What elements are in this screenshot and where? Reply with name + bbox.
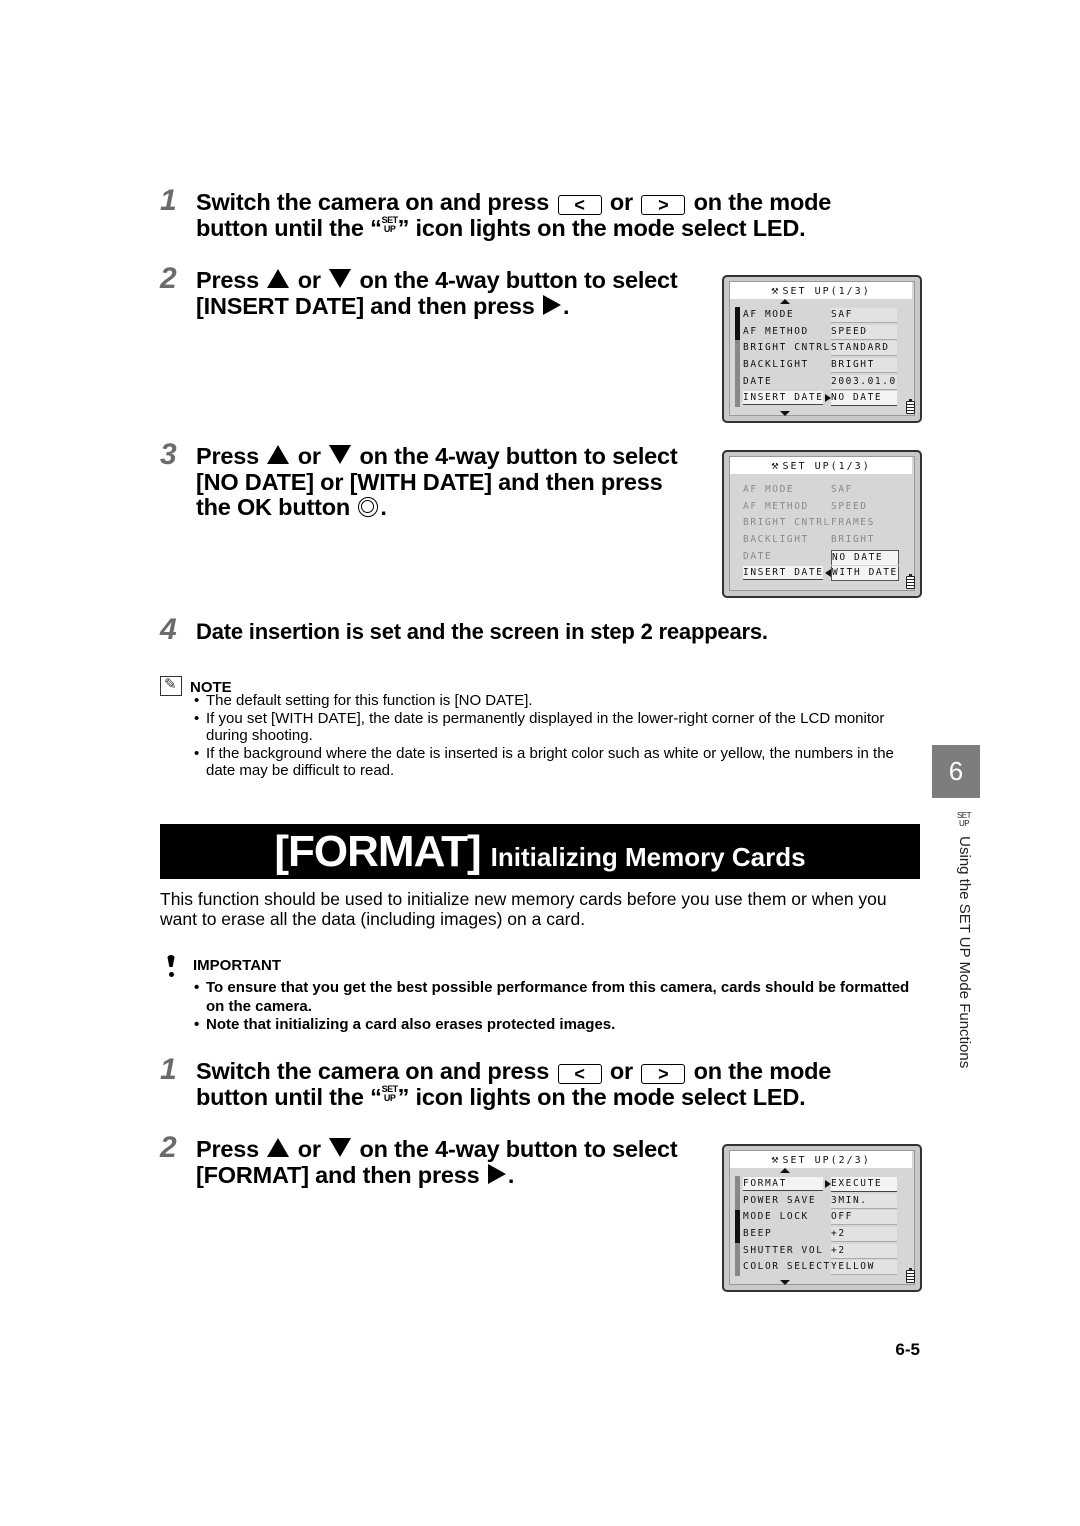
exclamation-icon xyxy=(167,955,175,967)
lcd-screen-setup-insert-date: ⚒ SET UP(1/3) AF MODE SAF AF METHOD SPEED B… xyxy=(722,275,922,423)
lcd-menu-row: MODE LOCK OFF xyxy=(743,1209,903,1226)
setup-mode-icon: SET UP xyxy=(381,1083,399,1103)
step-number: 1 xyxy=(160,1053,177,1086)
lcd-menu: AF MODE SAF AF METHOD SPEED BRIGHT CNTRL FR… xyxy=(743,482,903,582)
lcd-menu-row: AF METHOD SPEED xyxy=(743,324,903,341)
lcd-option-no-date: DATE NO DATE xyxy=(743,549,903,566)
battery-icon xyxy=(906,574,915,589)
chapter-side-label: SET UP Using the SET UP Mode Functions xyxy=(956,811,973,1069)
scroll-down-arrow-icon xyxy=(780,1280,790,1285)
up-arrow-icon xyxy=(267,269,290,288)
tools-icon: ⚒ xyxy=(771,1152,779,1166)
battery-icon xyxy=(906,1268,915,1283)
tools-icon: ⚒ xyxy=(771,283,779,297)
lcd-menu: AF MODE SAF AF METHOD SPEED BRIGHT CNTRL ST… xyxy=(743,307,903,407)
scroll-up-arrow-icon xyxy=(780,1168,790,1173)
lcd-menu-row: BACKLIGHT BRIGHT xyxy=(743,534,875,546)
note-pencil-icon xyxy=(160,675,182,696)
heading-sub: Initializing Memory Cards xyxy=(490,842,806,872)
lcd-title: ⚒ SET UP(2/3) xyxy=(730,1151,912,1168)
up-arrow-icon xyxy=(267,445,290,464)
lcd-option-with-date: INSERT DATE WITH DATE xyxy=(743,565,903,582)
lcd-menu-row: BEEP +2 xyxy=(743,1226,903,1243)
ok-button-icon xyxy=(358,497,379,517)
down-arrow-icon xyxy=(329,445,352,464)
important-item: Note that initializing a card also erase… xyxy=(192,1016,922,1035)
step-text: Switch the camera on and press < or > on… xyxy=(196,1058,832,1110)
step-text: Switch the camera on and press < or > on… xyxy=(196,189,832,241)
lcd-menu-row: BRIGHT CNTRL STANDARD xyxy=(743,340,903,357)
mode-right-key-icon: > xyxy=(641,195,686,215)
setup-mode-icon: SET UP xyxy=(381,214,399,234)
up-arrow-icon xyxy=(267,1138,290,1157)
lcd-menu-row: SHUTTER VOL +2 xyxy=(743,1243,903,1260)
setup-mode-icon: SET UP xyxy=(956,811,972,828)
lcd-title: ⚒ SET UP(1/3) xyxy=(730,457,912,474)
lcd-screen-setup-format: ⚒ SET UP(2/3) FORMAT EXECUTE POWER SAVE 3MI… xyxy=(722,1144,922,1292)
right-arrow-icon xyxy=(543,294,562,315)
step-number: 1 xyxy=(160,184,177,217)
lcd-menu-row: POWER SAVE 3MIN. xyxy=(743,1193,903,1210)
step-number: 3 xyxy=(160,438,177,471)
step-text: Press or on the 4-way button to select [… xyxy=(196,443,678,520)
right-arrow-icon xyxy=(487,1163,506,1184)
lcd-menu-row: AF MODE SAF xyxy=(743,307,903,324)
scrollbar xyxy=(735,307,740,407)
heading-main: [FORMAT] xyxy=(274,827,481,876)
lcd-menu-row: DATE 2003.01.01 xyxy=(743,374,903,391)
step-text: Press or on the 4-way button to select [… xyxy=(196,1136,678,1188)
lcd-menu-row: BACKLIGHT BRIGHT xyxy=(743,357,903,374)
lcd-menu-row: AF MODE SAF xyxy=(743,484,853,495)
lcd-screen-date-options: ⚒ SET UP(1/3) AF MODE SAF AF METHOD SPEED B… xyxy=(722,450,922,598)
lcd-menu-row: COLOR SELECT YELLOW xyxy=(743,1259,903,1276)
down-arrow-icon xyxy=(329,1138,352,1157)
tools-icon: ⚒ xyxy=(771,458,779,472)
step-number: 2 xyxy=(160,1131,177,1164)
lcd-menu-row-selected: FORMAT EXECUTE xyxy=(743,1176,903,1193)
mode-left-key-icon: < xyxy=(557,195,602,215)
step-text: Press or on the 4-way button to select [… xyxy=(196,267,678,319)
important-title: IMPORTANT xyxy=(193,957,282,974)
section-heading-format: [FORMAT] Initializing Memory Cards xyxy=(160,824,920,879)
note-item: The default setting for this function is… xyxy=(192,692,912,710)
lcd-title: ⚒ SET UP(1/3) xyxy=(730,282,912,299)
mode-right-key-icon: > xyxy=(641,1064,686,1084)
lcd-menu: FORMAT EXECUTE POWER SAVE 3MIN. MODE LOCK O… xyxy=(743,1176,903,1276)
important-item: To ensure that you get the best possible… xyxy=(192,979,922,1016)
scroll-up-arrow-icon xyxy=(780,299,790,304)
step-text: Date insertion is set and the screen in … xyxy=(196,619,768,644)
lcd-menu-row: BRIGHT CNTRL FRAMES xyxy=(743,517,875,529)
important-list: To ensure that you get the best possible… xyxy=(192,979,922,1035)
chapter-tab: 6 xyxy=(932,745,980,798)
step-number: 2 xyxy=(160,262,177,295)
battery-icon xyxy=(906,399,915,414)
lcd-menu-row-selected: INSERT DATE NO DATE xyxy=(743,390,903,407)
mode-left-key-icon: < xyxy=(557,1064,602,1084)
step-number: 4 xyxy=(160,613,177,646)
note-item: If the background where the date is inse… xyxy=(192,745,912,780)
scrollbar xyxy=(735,1176,740,1276)
format-intro: This function should be used to initiali… xyxy=(160,889,887,929)
down-arrow-icon xyxy=(329,269,352,288)
lcd-menu-row: AF METHOD SPEED xyxy=(743,500,868,512)
note-list: The default setting for this function is… xyxy=(192,692,912,780)
note-item: If you set [WITH DATE], the date is perm… xyxy=(192,710,912,745)
scroll-down-arrow-icon xyxy=(780,411,790,416)
page-number: 6-5 xyxy=(895,1340,920,1359)
